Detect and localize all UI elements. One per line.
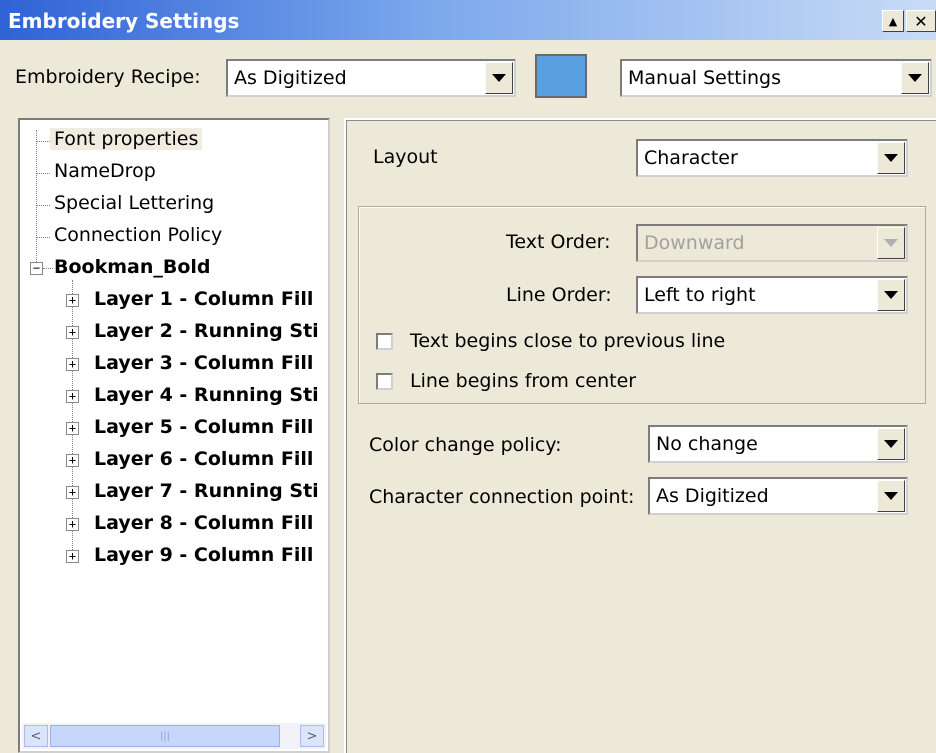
color-policy-dropdown-value: No change	[656, 433, 758, 455]
connection-point-label: Character connection point:	[369, 486, 635, 508]
layout-dropdown-value: Character	[644, 147, 738, 169]
tree-item-label: Layer 3 - Column Fill	[94, 352, 314, 374]
chevron-down-icon[interactable]	[877, 480, 905, 512]
window-title: Embroidery Settings	[8, 9, 240, 33]
layout-label: Layout	[373, 146, 438, 168]
expand-icon[interactable]: +	[66, 486, 79, 499]
recipe-dropdown[interactable]: As Digitized	[226, 59, 516, 97]
title-bar: Embroidery Settings ▲ ✕	[0, 0, 936, 40]
up-arrow-icon: ▲	[888, 14, 898, 28]
tree-item-label: NameDrop	[54, 160, 156, 182]
close-icon: ✕	[914, 11, 928, 31]
line-order-dropdown-value: Left to right	[644, 284, 756, 306]
expand-icon[interactable]: +	[66, 518, 79, 531]
chevron-left-icon: <	[30, 728, 42, 744]
tree-line	[36, 205, 50, 206]
connection-point-dropdown-value: As Digitized	[656, 485, 769, 507]
tree-item-label: Connection Policy	[54, 224, 223, 246]
chevron-down-icon[interactable]	[877, 227, 905, 259]
text-order-dropdown[interactable]: Downward	[636, 224, 908, 262]
collapse-icon[interactable]: −	[30, 262, 43, 275]
expand-icon[interactable]: +	[66, 294, 79, 307]
tree-item-label: Bookman_Bold	[54, 256, 211, 278]
tree-item-label: Font properties	[50, 128, 203, 150]
line-order-dropdown[interactable]: Left to right	[636, 276, 908, 314]
tree-line	[72, 280, 73, 556]
tree-item-label: Layer 1 - Column Fill	[94, 288, 314, 310]
scroll-left-button[interactable]: <	[24, 725, 48, 747]
text-order-label: Text Order:	[506, 231, 611, 253]
color-policy-dropdown[interactable]: No change	[648, 425, 908, 463]
chevron-down-icon[interactable]	[485, 62, 513, 94]
begin-from-center-checkbox[interactable]	[376, 373, 393, 390]
close-to-previous-label[interactable]: Text begins close to previous line	[410, 330, 725, 352]
tree-item-label: Layer 5 - Column Fill	[94, 416, 314, 438]
chevron-down-icon[interactable]	[877, 142, 905, 174]
close-to-previous-checkbox[interactable]	[376, 333, 393, 350]
layout-dropdown[interactable]: Character	[636, 139, 908, 177]
recipe-label: Embroidery Recipe:	[15, 66, 201, 88]
settings-dropdown-value: Manual Settings	[628, 67, 782, 89]
tree-line	[43, 268, 53, 269]
tree-item-label: Layer 9 - Column Fill	[94, 544, 314, 566]
expand-icon[interactable]: +	[66, 326, 79, 339]
color-swatch[interactable]	[535, 54, 587, 98]
tree-line	[36, 237, 50, 238]
tree-item-label: Layer 8 - Column Fill	[94, 512, 314, 534]
tree-line	[36, 130, 37, 270]
connection-point-dropdown[interactable]: As Digitized	[648, 477, 908, 515]
expand-icon[interactable]: +	[66, 358, 79, 371]
recipe-dropdown-value: As Digitized	[234, 67, 347, 89]
tree-item-label: Layer 2 - Running Sti	[94, 320, 319, 342]
tree-item-label: Special Lettering	[54, 192, 215, 214]
expand-icon[interactable]: +	[66, 454, 79, 467]
chevron-down-icon[interactable]	[877, 428, 905, 460]
expand-icon[interactable]: +	[66, 550, 79, 563]
text-order-dropdown-value: Downward	[644, 232, 745, 254]
settings-dropdown[interactable]: Manual Settings	[620, 59, 932, 97]
chevron-down-icon[interactable]	[901, 62, 929, 94]
scroll-right-button[interactable]: >	[300, 725, 324, 747]
chevron-down-icon[interactable]	[877, 279, 905, 311]
chevron-right-icon: >	[306, 728, 318, 744]
scroll-thumb[interactable]: |||	[50, 725, 280, 747]
color-policy-label: Color change policy:	[369, 434, 562, 456]
line-order-label: Line Order:	[506, 284, 612, 306]
minimize-button[interactable]: ▲	[882, 10, 904, 32]
tree-line	[36, 141, 50, 142]
tree-item-label: Layer 7 - Running Sti	[94, 480, 319, 502]
horizontal-scrollbar[interactable]: < ||| >	[22, 723, 326, 749]
tree-line	[36, 173, 50, 174]
grip-icon: |||	[159, 730, 171, 742]
tree-item-label: Layer 6 - Column Fill	[94, 448, 314, 470]
begin-from-center-label[interactable]: Line begins from center	[410, 370, 636, 392]
close-button[interactable]: ✕	[906, 10, 936, 32]
tree-item-label: Layer 4 - Running Sti	[94, 384, 319, 406]
settings-tree[interactable]: Font properties NameDrop Special Letteri…	[18, 118, 330, 753]
expand-icon[interactable]: +	[66, 422, 79, 435]
expand-icon[interactable]: +	[66, 390, 79, 403]
